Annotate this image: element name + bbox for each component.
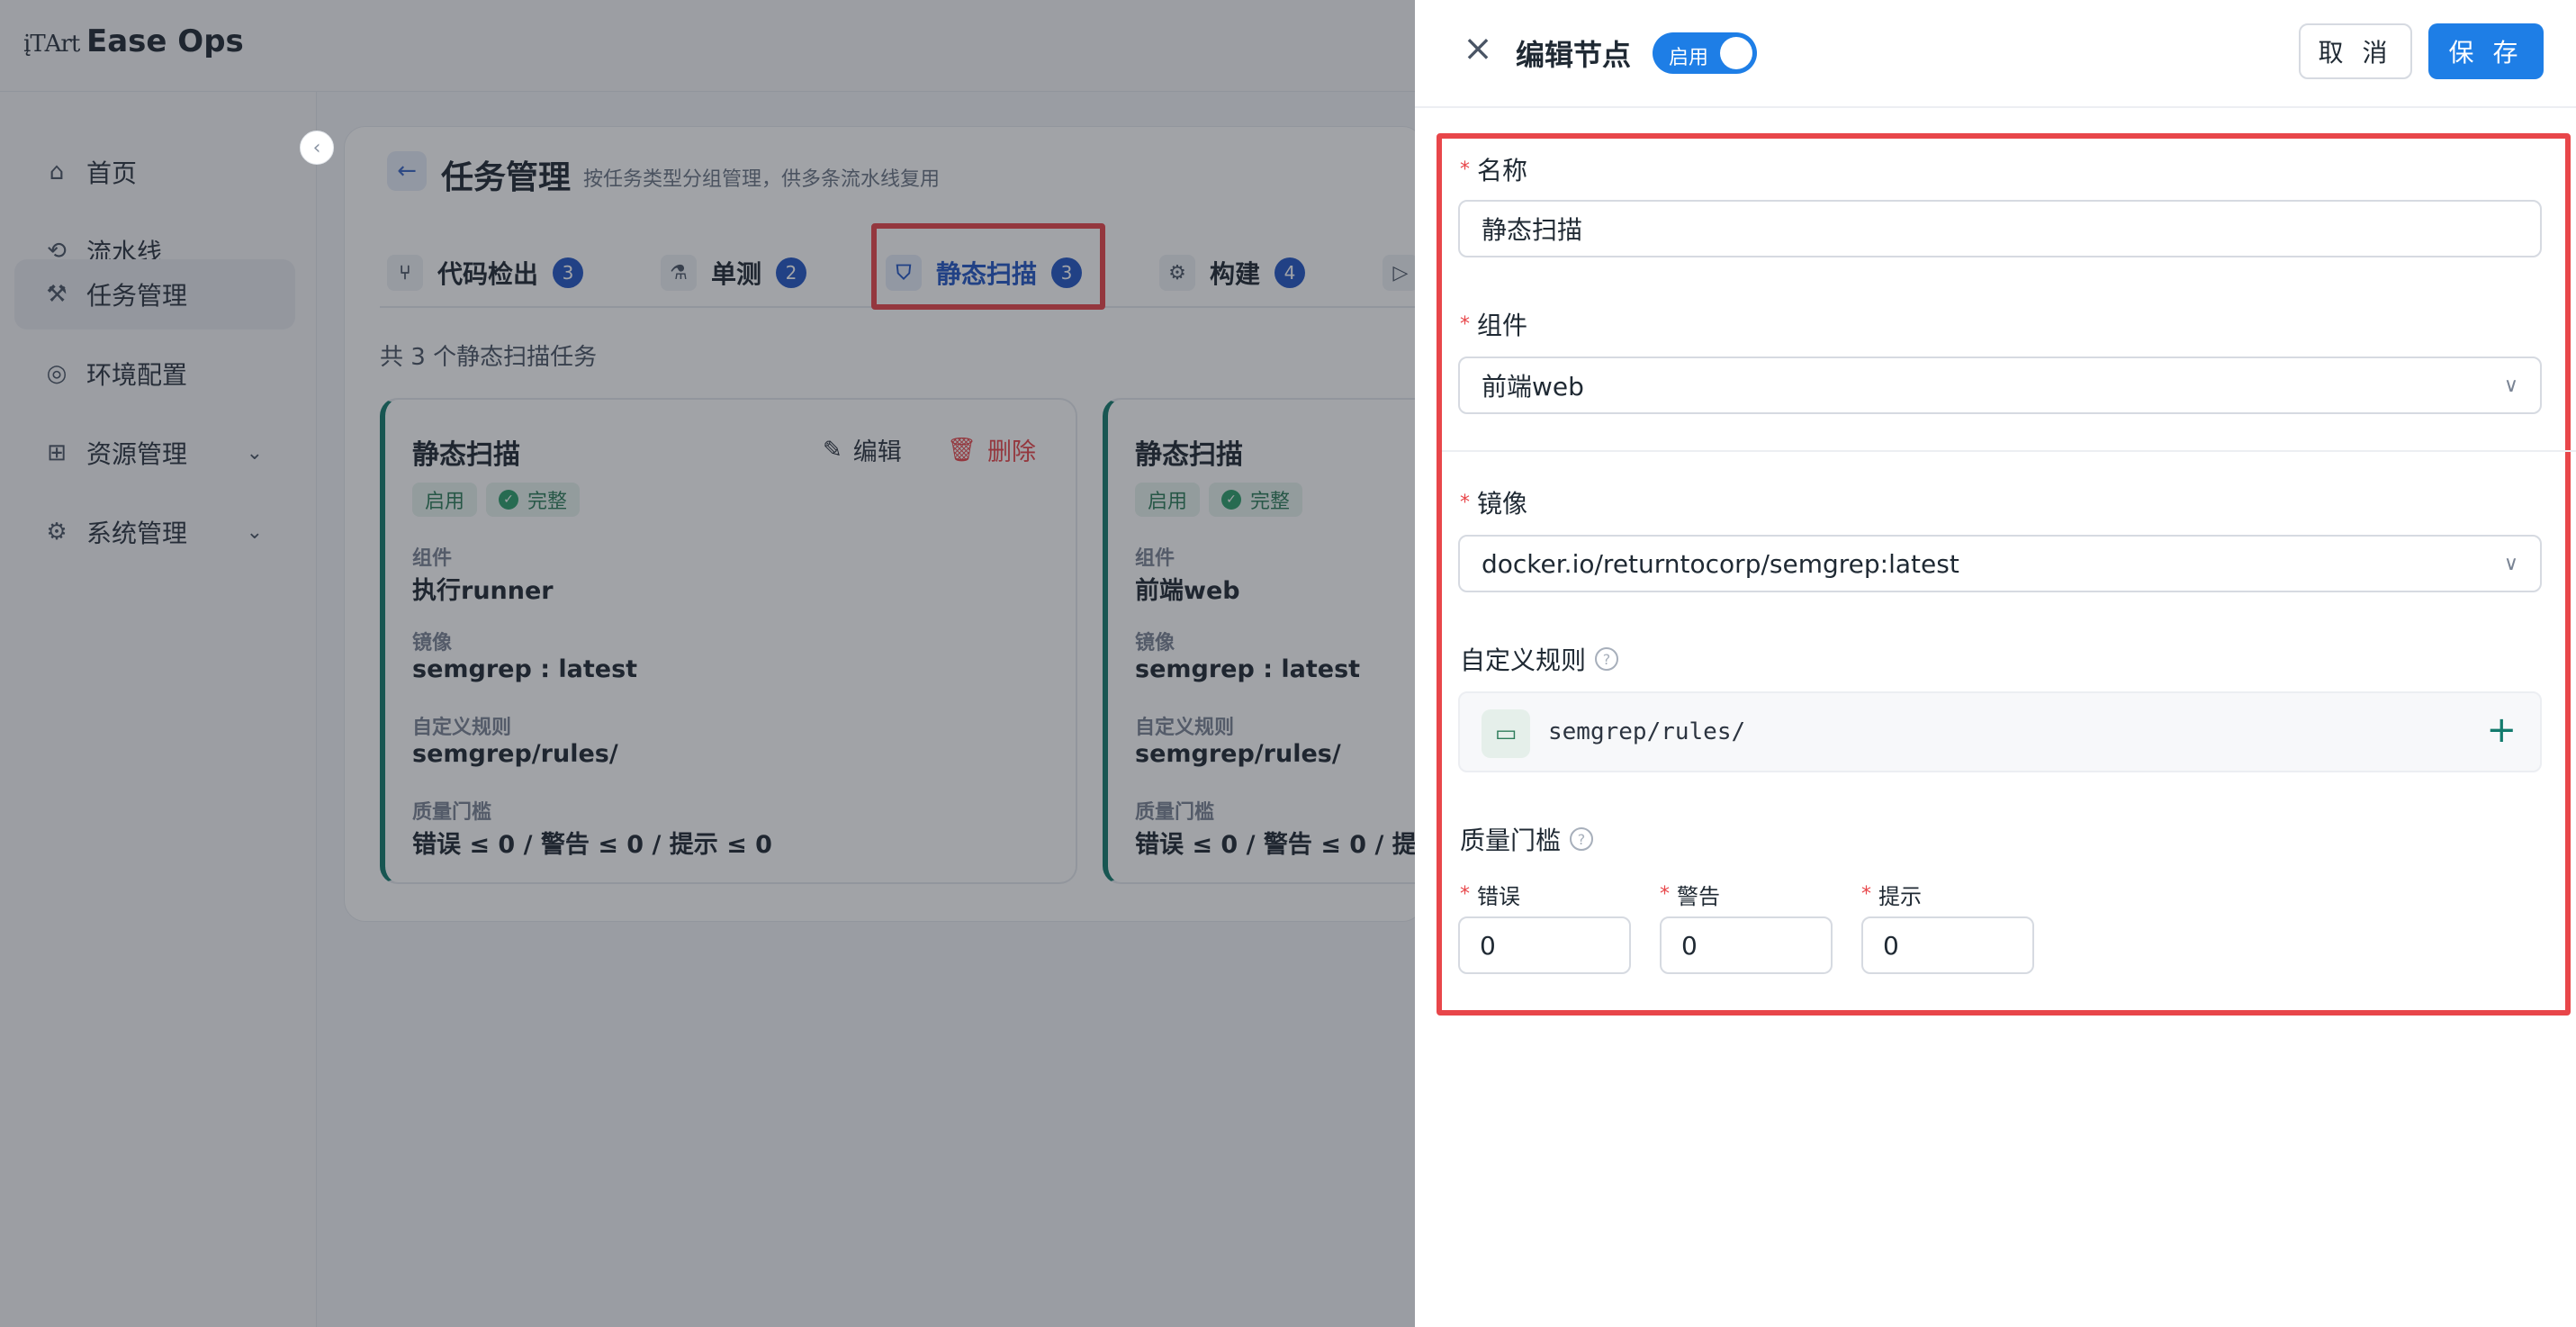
- hint-field-label: * 提示: [1861, 879, 1922, 910]
- rules-label-text: 自定义规则: [1460, 645, 1587, 675]
- required-mark: *: [1460, 312, 1470, 336]
- name-input-value: 静态扫描: [1482, 215, 1583, 245]
- drawer-header: × 编辑节点 启用 取 消 保 存: [1415, 0, 2576, 108]
- hint-threshold-input[interactable]: 0: [1861, 916, 2034, 974]
- error-field-label: * 错误: [1460, 879, 1520, 910]
- rules-field-label: 自定义规则 ?: [1460, 641, 1619, 677]
- required-mark: *: [1460, 491, 1470, 514]
- app-root: įТArt Ease Ops ⌂ 首页 ⟲ 流水线 ⚒ 任务管理 ◎ 环境配置 …: [0, 0, 2576, 1327]
- error-label-text: 错误: [1477, 884, 1520, 909]
- chevron-left-icon[interactable]: ‹: [300, 131, 334, 165]
- quality-field-label: 质量门槛 ?: [1460, 821, 1594, 857]
- image-field-label: * 镜像: [1460, 484, 1527, 520]
- edit-node-drawer: × 编辑节点 启用 取 消 保 存 * 名称 静态扫描 * 组件 前端web ∨: [1415, 0, 2576, 1327]
- toggle-label: 启用: [1669, 47, 1709, 69]
- component-select[interactable]: 前端web ∨: [1458, 357, 2542, 414]
- required-mark: *: [1460, 883, 1470, 906]
- name-input[interactable]: 静态扫描: [1458, 200, 2542, 257]
- modal-overlay[interactable]: [0, 0, 1415, 1327]
- component-label-text: 组件: [1477, 311, 1528, 340]
- rule-path-item: ▭ semgrep/rules/ +: [1458, 691, 2542, 772]
- warning-field-label: * 警告: [1660, 879, 1720, 910]
- section-divider: [1442, 450, 2576, 452]
- image-label-text: 镜像: [1477, 489, 1528, 519]
- chevron-down-icon: ∨: [2503, 553, 2518, 575]
- rule-path-text: semgrep/rules/: [1548, 718, 1746, 745]
- cancel-button[interactable]: 取 消: [2299, 23, 2412, 79]
- warning-label-text: 警告: [1677, 884, 1720, 909]
- required-mark: *: [1460, 158, 1470, 181]
- warning-threshold-input[interactable]: 0: [1660, 916, 1833, 974]
- required-mark: *: [1861, 883, 1871, 906]
- chevron-down-icon: ∨: [2503, 375, 2518, 397]
- add-rule-icon[interactable]: +: [2486, 709, 2517, 751]
- image-select-value: docker.io/returntocorp/semgrep:latest: [1482, 548, 1959, 579]
- image-select[interactable]: docker.io/returntocorp/semgrep:latest ∨: [1458, 535, 2542, 592]
- toggle-knob: [1720, 37, 1752, 69]
- error-threshold-input[interactable]: 0: [1458, 916, 1631, 974]
- drawer-title: 编辑节点: [1516, 38, 1632, 72]
- close-icon[interactable]: ×: [1460, 31, 1496, 67]
- name-label-text: 名称: [1477, 156, 1528, 185]
- enable-toggle[interactable]: 启用: [1653, 32, 1757, 74]
- save-button[interactable]: 保 存: [2428, 23, 2544, 79]
- hint-label-text: 提示: [1878, 884, 1922, 909]
- help-icon[interactable]: ?: [1595, 647, 1619, 671]
- component-select-value: 前端web: [1482, 372, 1584, 402]
- name-field-label: * 名称: [1460, 151, 1527, 187]
- component-field-label: * 组件: [1460, 306, 1527, 342]
- quality-label-text: 质量门槛: [1460, 826, 1562, 855]
- folder-icon: ▭: [1482, 709, 1530, 758]
- required-mark: *: [1660, 883, 1670, 906]
- help-icon[interactable]: ?: [1570, 827, 1594, 851]
